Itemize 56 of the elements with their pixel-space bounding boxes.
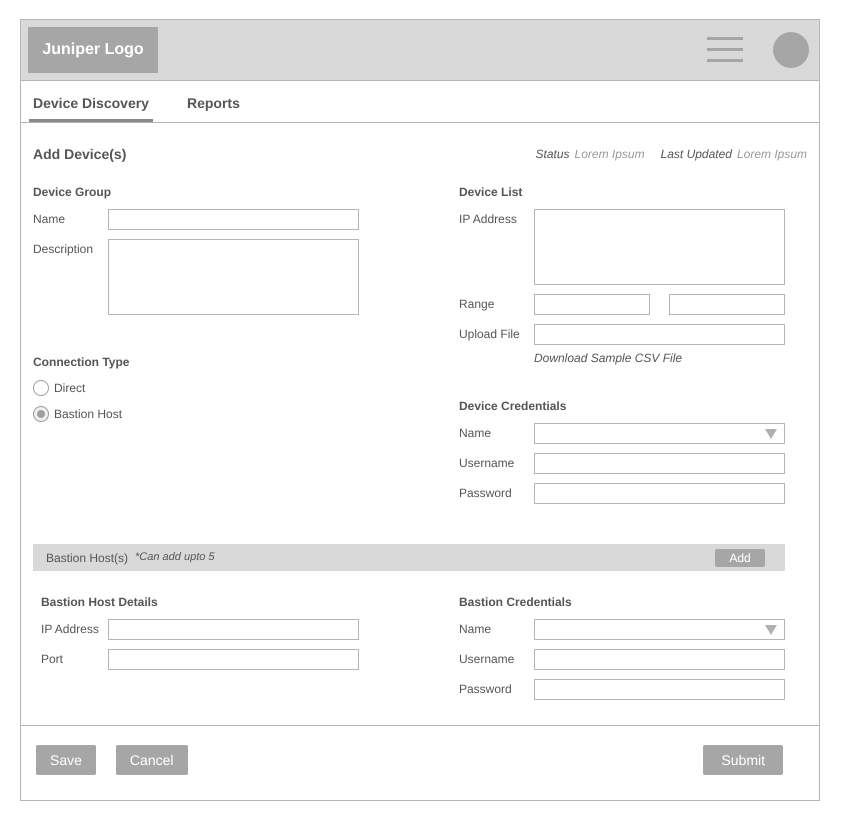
- section-heading: Device List: [459, 185, 524, 199]
- field-label: Username: [459, 651, 516, 668]
- avatar-icon[interactable]: [773, 32, 809, 68]
- text-field[interactable]: [534, 679, 785, 700]
- section-heading: Connection Type: [33, 355, 130, 369]
- meta-label: Last Updated: [660, 146, 732, 163]
- bar-note: *Can add upto 5: [135, 550, 215, 566]
- field-label: Port: [41, 651, 64, 668]
- text-field[interactable]: [108, 619, 359, 640]
- field-label: IP Address: [459, 211, 518, 228]
- meta-value: Lorem Ipsum: [736, 146, 807, 163]
- dropdown-caret-icon: [765, 428, 777, 438]
- text-field[interactable]: [534, 453, 785, 474]
- dropdown-caret-icon: [765, 624, 777, 634]
- tab[interactable]: Device Discovery: [29, 93, 153, 122]
- range-start-field[interactable]: [534, 294, 650, 315]
- text-field[interactable]: [108, 649, 359, 670]
- bar-title: Bastion Host(s): [46, 550, 128, 566]
- text-area[interactable]: [108, 239, 359, 315]
- section-heading: Device Credentials: [459, 399, 568, 413]
- dropdown-field[interactable]: [534, 619, 785, 640]
- text-field[interactable]: [108, 209, 359, 230]
- page-title: Add Device(s): [33, 144, 126, 164]
- download-link[interactable]: Download Sample CSV File: [534, 349, 785, 367]
- section-heading: Bastion Host Details: [41, 595, 159, 609]
- dropdown-field[interactable]: [534, 423, 785, 444]
- text-field[interactable]: [534, 649, 785, 670]
- text-field[interactable]: [534, 324, 785, 345]
- field-label: Name: [33, 211, 66, 228]
- radio-button[interactable]: [33, 406, 49, 422]
- field-label: IP Address: [41, 621, 100, 638]
- meta-label: Status: [536, 146, 570, 163]
- radio-button[interactable]: [33, 380, 49, 396]
- text-area[interactable]: [534, 209, 785, 285]
- radio-label: Direct: [54, 380, 86, 397]
- logo[interactable]: Juniper Logo: [28, 27, 158, 73]
- footer-button[interactable]: Save: [36, 745, 96, 775]
- section-heading: Device Group: [33, 185, 112, 199]
- field-label: Username: [459, 455, 516, 472]
- add-button[interactable]: Add: [715, 548, 765, 566]
- field-label: Password: [459, 681, 513, 698]
- field-label: Description: [33, 241, 94, 258]
- field-label: Upload File: [459, 326, 521, 343]
- field-label: Name: [459, 425, 492, 442]
- field-label: Name: [459, 621, 492, 638]
- field-label: Range: [459, 296, 496, 313]
- footer-button[interactable]: Cancel: [116, 745, 188, 775]
- radio-label: Bastion Host: [54, 406, 122, 423]
- tab[interactable]: Reports: [182, 93, 244, 122]
- meta-value: Lorem Ipsum: [574, 146, 645, 163]
- menu-icon[interactable]: [707, 37, 743, 63]
- text-field[interactable]: [534, 483, 785, 504]
- footer-button[interactable]: Submit: [703, 745, 783, 775]
- section-heading: Bastion Credentials: [459, 595, 573, 609]
- field-label: Password: [459, 485, 513, 502]
- range-end-field[interactable]: [669, 294, 785, 315]
